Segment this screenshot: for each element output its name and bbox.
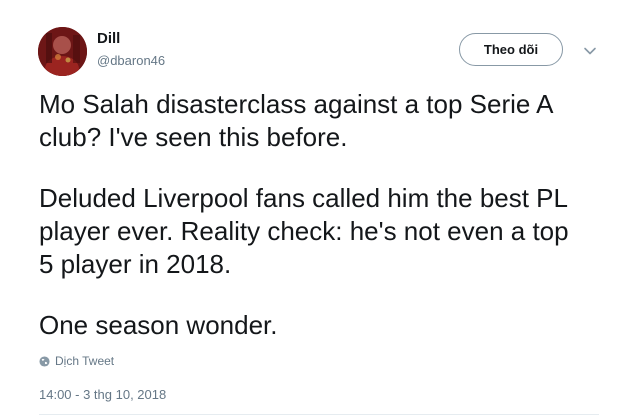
tweet-line: Mo Salah disasterclass against a top Ser… xyxy=(39,89,554,119)
tweet-text: Mo Salah disasterclass against a top Ser… xyxy=(39,88,619,342)
follow-button[interactable]: Theo dõi xyxy=(459,33,563,66)
tweet-line: club? I've seen this before. xyxy=(39,122,348,152)
globe-icon xyxy=(39,355,50,367)
chevron-down-icon xyxy=(584,47,596,55)
tweet-line: player ever. Reality check: he's not eve… xyxy=(39,216,569,246)
tweet-line: One season wonder. xyxy=(39,310,278,340)
translate-tweet-link[interactable]: Dịch Tweet xyxy=(39,354,114,368)
more-options-button[interactable] xyxy=(582,43,598,59)
tweet-paragraph: Mo Salah disasterclass against a top Ser… xyxy=(39,88,619,154)
screen-name[interactable]: @dbaron46 xyxy=(97,53,165,68)
timestamp[interactable]: 14:00 - 3 thg 10, 2018 xyxy=(39,387,166,402)
tweet-paragraph: Deluded Liverpool fans called him the be… xyxy=(39,182,619,281)
tweet-line: 5 player in 2018. xyxy=(39,249,232,279)
avatar[interactable] xyxy=(38,27,87,76)
tweet: Dill @dbaron46 Theo dõi Mo Salah disaste… xyxy=(0,0,638,418)
translate-label: Dịch Tweet xyxy=(55,354,115,368)
tweet-line: Deluded Liverpool fans called him the be… xyxy=(39,183,568,213)
profile-photo-icon xyxy=(38,27,87,76)
divider xyxy=(39,414,599,415)
display-name[interactable]: Dill xyxy=(97,30,120,47)
tweet-paragraph: One season wonder. xyxy=(39,309,619,342)
